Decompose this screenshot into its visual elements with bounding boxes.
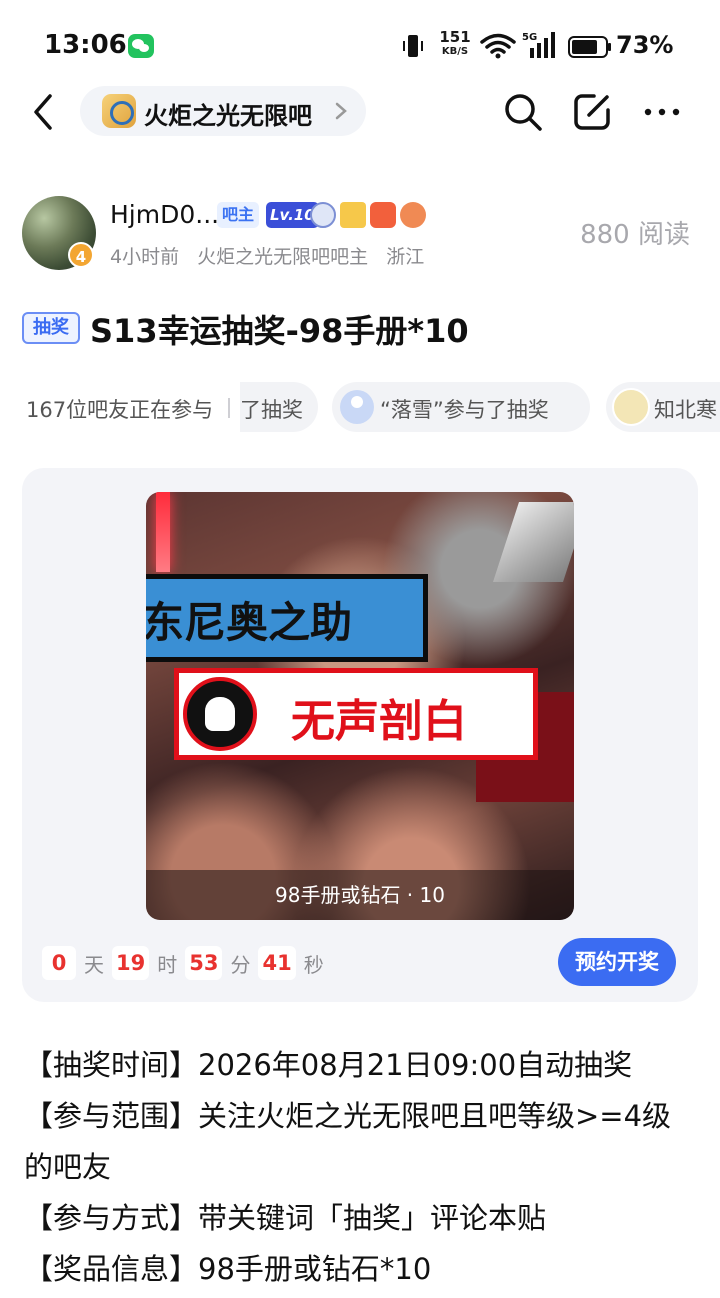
countdown: 0 天 19 时 53 分 41 秒: [42, 946, 332, 980]
cellular-signal-icon: 5G: [522, 32, 555, 58]
battery-icon: [568, 36, 611, 58]
image-banner-white: 无声剖白: [174, 668, 538, 760]
participant-chip-text: 知北寒: [654, 398, 717, 422]
role-badge: 吧主: [217, 202, 260, 228]
countdown-seconds: 41: [258, 946, 296, 980]
top-nav-bar: 火炬之光无限吧: [0, 86, 720, 138]
wifi-icon: [480, 33, 516, 59]
body-line-prize: 【奖品信息】98手册或钻石*10: [24, 1252, 432, 1286]
participant-avatar: [340, 390, 374, 424]
countdown-seconds-unit: 秒: [303, 952, 324, 977]
post-time: 4小时前: [110, 246, 180, 268]
image-banner-blue: 东尼奥之助: [146, 574, 428, 662]
battery-percent: 73%: [616, 31, 674, 59]
status-time: 13:06: [44, 30, 127, 60]
countdown-minutes: 53: [185, 946, 223, 980]
honor-info-icon: [340, 202, 366, 228]
image-text-1: 东尼奥之助: [146, 598, 353, 647]
honor-crab-icon: [370, 202, 396, 228]
author-name[interactable]: HjmD0...: [110, 200, 219, 229]
armor-emblem-icon: [183, 677, 257, 751]
prize-caption: 98手册或钻石 · 10: [146, 870, 574, 920]
countdown-hours: 19: [112, 946, 150, 980]
strip-divider: [228, 398, 230, 418]
reserve-draw-button[interactable]: 预约开奖: [558, 938, 676, 986]
author-location: 浙江: [386, 246, 425, 268]
participant-avatar: [612, 388, 650, 426]
honor-medal-icon: [400, 202, 426, 228]
vibrate-icon: [403, 35, 423, 57]
post-body: 【抽奖时间】2026年08月21日09:00自动抽奖 【参与范围】关注火炬之光无…: [24, 1040, 696, 1295]
net-speed-value: 151: [439, 28, 471, 46]
participant-chip[interactable]: 知北寒: [606, 382, 720, 432]
participant-chip[interactable]: “落雪”参与了抽奖: [332, 382, 590, 432]
body-line-method: 【参与方式】带关键词「抽奖」评论本贴: [24, 1201, 547, 1235]
forum-entry-button[interactable]: 火炬之光无限吧: [80, 86, 366, 136]
wechat-notification-icon: [128, 34, 154, 58]
chevron-right-icon: [335, 102, 347, 120]
status-bar: 13:06 151 KB/S 5G 73%: [0, 0, 720, 92]
forum-logo: [102, 94, 136, 128]
participant-chip[interactable]: 了抽奖: [240, 382, 318, 432]
net-speed-unit: KB/S: [441, 46, 469, 57]
image-text-2: 无声剖白: [291, 696, 467, 747]
body-line-time: 【抽奖时间】2026年08月21日09:00自动抽奖: [24, 1048, 633, 1082]
author-role-desc: 火炬之光无限吧吧主: [197, 246, 369, 268]
avatar-level-badge: 4: [68, 242, 94, 268]
back-icon[interactable]: [28, 92, 58, 132]
author-meta: 4小时前 火炬之光无限吧吧主 浙江: [110, 242, 436, 269]
more-icon[interactable]: [642, 100, 682, 124]
image-laser-decoration: [156, 492, 170, 572]
forum-name: 火炬之光无限吧: [144, 102, 312, 130]
participant-count: 167位吧友正在参与: [26, 398, 214, 422]
countdown-days: 0: [42, 946, 76, 980]
read-count: 880 阅读: [580, 220, 690, 250]
participant-chip-text: “落雪”参与了抽奖: [380, 398, 549, 422]
net-speed: 151 KB/S: [438, 30, 472, 57]
participants-strip[interactable]: 167位吧友正在参与 了抽奖 “落雪”参与了抽奖 知北寒: [0, 380, 720, 434]
countdown-days-unit: 天: [84, 952, 104, 977]
lottery-tag: 抽奖: [22, 312, 80, 344]
edit-icon[interactable]: [572, 92, 612, 132]
countdown-hours-unit: 时: [157, 952, 178, 977]
post-title: S13幸运抽奖-98手册*10: [90, 312, 469, 350]
participant-chip-text: 了抽奖: [240, 398, 303, 422]
image-blade-decoration: [493, 502, 574, 582]
lottery-card: 东尼奥之助 无声剖白 98手册或钻石 · 10 0 天 19 时 53 分 41 秒 预约开奖: [22, 468, 698, 1002]
body-line-scope: 【参与范围】关注火炬之光无限吧且吧等级>=4级的吧友: [24, 1099, 672, 1184]
prize-image[interactable]: 东尼奥之助 无声剖白 98手册或钻石 · 10: [146, 492, 574, 920]
search-icon[interactable]: [503, 92, 543, 132]
honor-100-icon: [310, 202, 336, 228]
network-type: 5G: [522, 32, 537, 43]
countdown-minutes-unit: 分: [230, 952, 251, 977]
